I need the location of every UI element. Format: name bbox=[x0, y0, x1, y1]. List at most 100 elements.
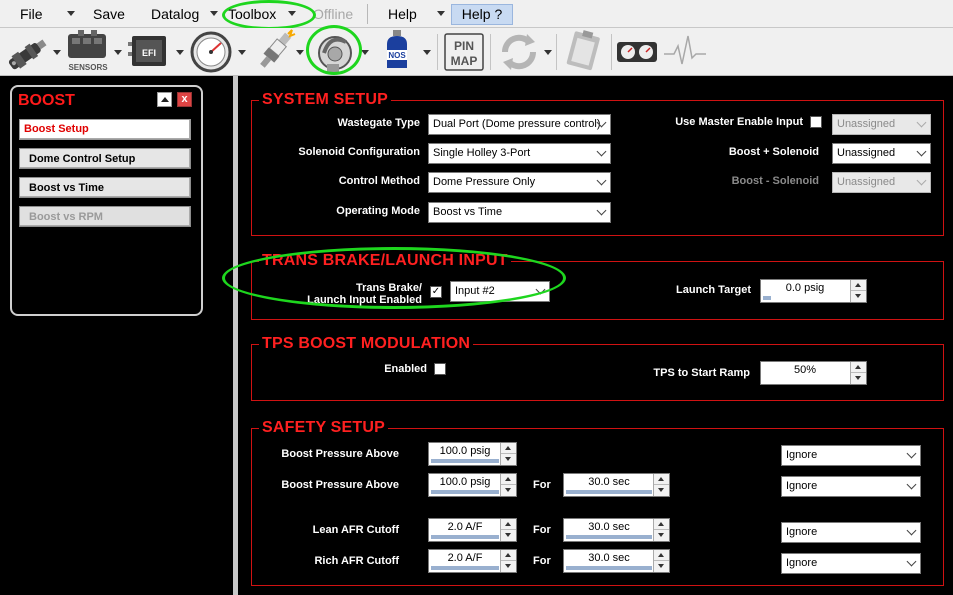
spin-down-icon[interactable] bbox=[501, 454, 516, 465]
collapse-button[interactable] bbox=[157, 92, 172, 107]
sidebar-item-boost-setup[interactable]: Boost Setup bbox=[19, 119, 191, 140]
spin-up-icon[interactable] bbox=[654, 474, 669, 485]
chevron-down-icon bbox=[906, 556, 917, 567]
tps-ramp-spinner[interactable]: 50% bbox=[760, 361, 867, 385]
spin-up-icon[interactable] bbox=[654, 550, 669, 561]
spin-down-icon[interactable] bbox=[654, 561, 669, 572]
datalog-dropdown-icon[interactable] bbox=[210, 11, 218, 16]
spin-up-icon[interactable] bbox=[501, 474, 516, 485]
spin-up-icon[interactable] bbox=[654, 519, 669, 530]
svg-text:NOS: NOS bbox=[388, 51, 406, 60]
tps-ramp-label: TPS to Start Ramp bbox=[653, 367, 750, 379]
safety-row-label: Lean AFR Cutoff bbox=[312, 524, 399, 536]
solenoid-config-label: Solenoid Configuration bbox=[298, 146, 420, 158]
safety-setup-section: SAFETY SETUP Boost Pressure Above 100.0 … bbox=[251, 419, 944, 586]
wastegate-select[interactable]: Dual Port (Dome pressure control) bbox=[428, 114, 611, 135]
safety-row-label: Boost Pressure Above bbox=[281, 448, 399, 460]
wastegate-label: Wastegate Type bbox=[337, 117, 420, 129]
dual-gauge-icon[interactable] bbox=[615, 28, 659, 76]
master-enable-checkbox[interactable] bbox=[810, 116, 822, 128]
offline-status: Offline bbox=[313, 6, 354, 22]
menu-file[interactable]: File bbox=[20, 6, 43, 22]
master-enable-select: Unassigned bbox=[832, 114, 931, 135]
lean-afr-spinner[interactable]: 2.0 A/F bbox=[428, 518, 517, 542]
control-method-select[interactable]: Dome Pressure Only bbox=[428, 172, 611, 193]
main-panel: SYSTEM SETUP Wastegate Type Dual Port (D… bbox=[222, 76, 953, 595]
injector-icon[interactable] bbox=[3, 28, 51, 76]
gauge-icon[interactable] bbox=[188, 28, 236, 76]
safety-action-select[interactable]: Ignore bbox=[781, 522, 921, 543]
help-dropdown-icon[interactable] bbox=[437, 11, 445, 16]
duration-spinner[interactable]: 30.0 sec bbox=[563, 473, 670, 497]
duration-spinner[interactable]: 30.0 sec bbox=[563, 518, 670, 542]
section-title: TPS BOOST MODULATION bbox=[259, 335, 474, 353]
safety-row-label: Boost Pressure Above bbox=[281, 479, 399, 491]
spin-down-icon[interactable] bbox=[501, 561, 516, 572]
ecg-icon[interactable] bbox=[662, 28, 708, 76]
section-title: SAFETY SETUP bbox=[259, 419, 389, 437]
boost-minus-select: Unassigned bbox=[832, 172, 931, 193]
safety-action-select[interactable]: Ignore bbox=[781, 476, 921, 497]
safety-action-select[interactable]: Ignore bbox=[781, 553, 921, 574]
boost-nav-panel: BOOST x Boost Setup Dome Control Setup B… bbox=[10, 85, 203, 316]
launch-target-label: Launch Target bbox=[676, 284, 751, 296]
rich-afr-spinner[interactable]: 2.0 A/F bbox=[428, 549, 517, 573]
sidebar-item-boost-vs-rpm[interactable]: Boost vs RPM bbox=[19, 206, 191, 227]
spin-down-icon[interactable] bbox=[501, 485, 516, 496]
trans-brake-highlight-ring bbox=[222, 247, 566, 309]
sidebar-item-dome-control-setup[interactable]: Dome Control Setup bbox=[19, 148, 191, 169]
chevron-down-icon bbox=[596, 175, 607, 186]
close-icon[interactable]: x bbox=[177, 92, 192, 107]
file-dropdown-icon[interactable] bbox=[67, 11, 75, 16]
boost-plus-select[interactable]: Unassigned bbox=[832, 143, 931, 164]
safety-action-select[interactable]: Ignore bbox=[781, 445, 921, 466]
chevron-down-icon bbox=[596, 205, 607, 216]
help-question-button[interactable]: Help ? bbox=[451, 4, 513, 25]
operating-mode-label: Operating Mode bbox=[336, 205, 420, 217]
for-label: For bbox=[533, 555, 551, 567]
svg-text:PIN: PIN bbox=[454, 39, 474, 53]
solenoid-config-select[interactable]: Single Holley 3-Port bbox=[428, 143, 611, 164]
spark-plug-icon[interactable] bbox=[250, 28, 298, 76]
safety-row-label: Rich AFR Cutoff bbox=[314, 555, 399, 567]
spin-up-icon[interactable] bbox=[501, 443, 516, 454]
section-title: SYSTEM SETUP bbox=[259, 91, 391, 109]
spin-down-icon[interactable] bbox=[654, 530, 669, 541]
chevron-down-icon bbox=[916, 117, 927, 128]
svg-text:EFI: EFI bbox=[142, 48, 156, 58]
spin-down-icon[interactable] bbox=[654, 485, 669, 496]
sidebar: BOOST x Boost Setup Dome Control Setup B… bbox=[0, 76, 233, 595]
chevron-down-icon bbox=[906, 525, 917, 536]
spin-up-icon[interactable] bbox=[501, 519, 516, 530]
chevron-down-icon bbox=[916, 146, 927, 157]
launch-target-spinner[interactable]: 0.0 psig bbox=[760, 279, 867, 303]
sensors-icon[interactable]: SENSORS bbox=[64, 28, 112, 76]
efi-icon[interactable]: EFI bbox=[126, 28, 174, 76]
boost-plus-label: Boost + Solenoid bbox=[728, 146, 819, 158]
refresh-icon[interactable] bbox=[495, 28, 543, 76]
sidebar-title: BOOST bbox=[18, 92, 75, 109]
pin-map-icon[interactable]: PIN MAP bbox=[443, 28, 485, 76]
svg-text:MAP: MAP bbox=[451, 54, 478, 68]
nos-bottle-icon[interactable]: NOS bbox=[373, 28, 421, 76]
clipboard-icon[interactable] bbox=[560, 28, 608, 76]
spin-up-icon[interactable] bbox=[851, 280, 866, 291]
menu-help[interactable]: Help bbox=[388, 6, 417, 22]
chevron-down-icon bbox=[906, 448, 917, 459]
spin-down-icon[interactable] bbox=[501, 530, 516, 541]
boost-pressure-limit-spinner[interactable]: 100.0 psig bbox=[428, 473, 517, 497]
chevron-down-icon bbox=[596, 146, 607, 157]
duration-spinner[interactable]: 30.0 sec bbox=[563, 549, 670, 573]
operating-mode-select[interactable]: Boost vs Time bbox=[428, 202, 611, 223]
boost-pressure-limit-spinner[interactable]: 100.0 psig bbox=[428, 442, 517, 466]
sidebar-item-boost-vs-time[interactable]: Boost vs Time bbox=[19, 177, 191, 198]
spin-down-icon[interactable] bbox=[851, 291, 866, 302]
spin-up-icon[interactable] bbox=[501, 550, 516, 561]
spin-down-icon[interactable] bbox=[851, 373, 866, 384]
spin-up-icon[interactable] bbox=[851, 362, 866, 373]
control-method-label: Control Method bbox=[338, 175, 420, 187]
for-label: For bbox=[533, 479, 551, 491]
menu-save[interactable]: Save bbox=[93, 6, 125, 22]
tps-enabled-checkbox[interactable] bbox=[434, 363, 446, 375]
menu-datalog[interactable]: Datalog bbox=[151, 6, 199, 22]
